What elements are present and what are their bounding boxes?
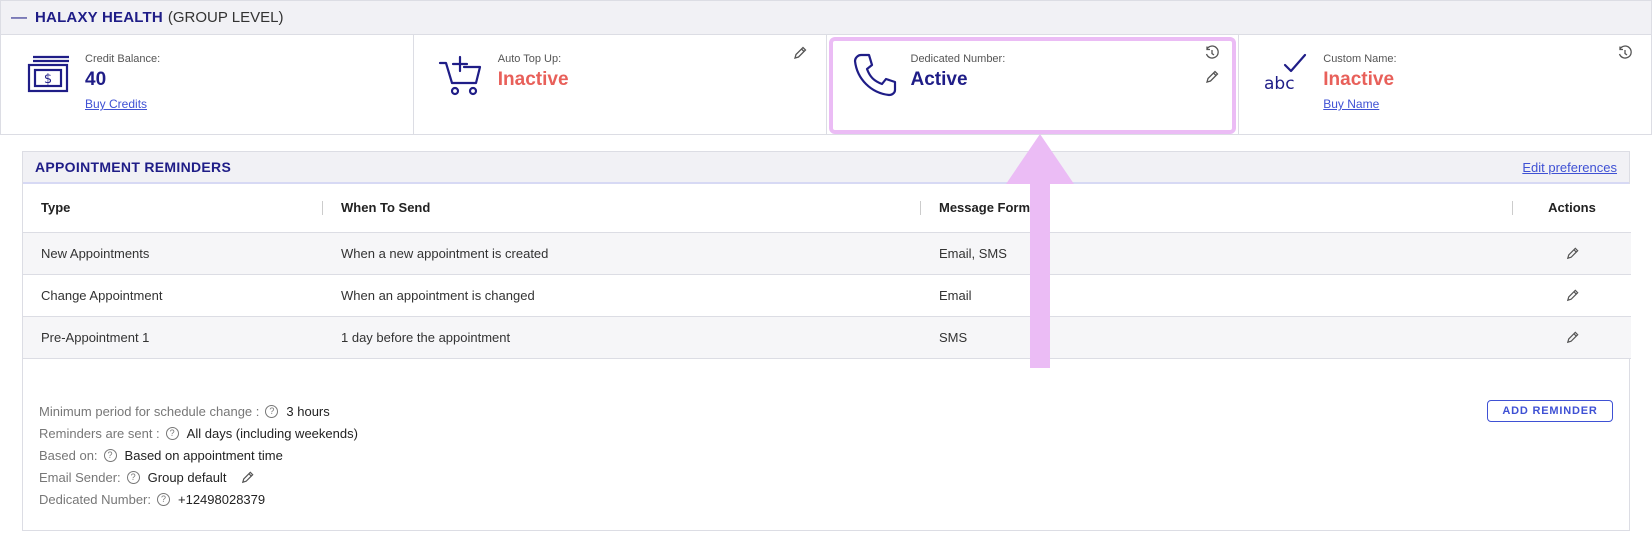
dedicated-number-status: Active bbox=[910, 69, 968, 90]
setting-value: +12498028379 bbox=[178, 491, 266, 507]
setting-label: Reminders are sent : bbox=[39, 425, 160, 441]
edit-pencil-icon[interactable] bbox=[1565, 288, 1580, 303]
custom-name-card: abc Custom Name: Inactive Buy Name bbox=[1239, 35, 1651, 134]
help-icon[interactable]: ? bbox=[103, 448, 117, 462]
cell-actions bbox=[1513, 232, 1631, 275]
buy-credits-link[interactable]: Buy Credits bbox=[85, 97, 147, 111]
cell-type: New Appointments bbox=[23, 232, 323, 275]
credit-balance-value: 40 bbox=[85, 69, 107, 90]
edit-pencil-icon[interactable] bbox=[792, 45, 808, 61]
edit-pencil-icon[interactable] bbox=[1565, 330, 1580, 345]
setting-label: Email Sender: bbox=[39, 469, 121, 485]
history-icon[interactable] bbox=[1617, 45, 1633, 61]
group-header[interactable]: — HALAXY HEALTH (GROUP LEVEL) bbox=[0, 0, 1652, 35]
setting-label: Based on: bbox=[39, 447, 98, 463]
column-header-type[interactable]: Type bbox=[23, 184, 323, 233]
dedicated-number-card: Dedicated Number: Active bbox=[827, 35, 1240, 134]
summary-cards: $ Credit Balance: 40 Buy Credits Auto To… bbox=[0, 35, 1652, 135]
collapse-icon[interactable]: — bbox=[11, 9, 27, 27]
cart-plus-icon bbox=[438, 55, 481, 96]
group-level-label: (GROUP LEVEL) bbox=[167, 9, 284, 26]
cell-when: When a new appointment is created bbox=[323, 232, 921, 275]
buy-name-link[interactable]: Buy Name bbox=[1323, 97, 1379, 111]
edit-pencil-icon[interactable] bbox=[1565, 246, 1580, 261]
reminder-settings: Minimum period for schedule change : ? 3… bbox=[39, 400, 358, 510]
auto-top-up-status: Inactive bbox=[497, 69, 569, 90]
edit-pencil-icon[interactable] bbox=[1204, 69, 1220, 85]
abc-check-icon: abc bbox=[1264, 53, 1307, 94]
help-icon[interactable]: ? bbox=[165, 426, 179, 440]
org-name: HALAXY HEALTH bbox=[35, 9, 163, 26]
dedicated-number-label: Dedicated Number: bbox=[910, 53, 1006, 65]
setting-label: Minimum period for schedule change : bbox=[39, 403, 260, 419]
cell-type: Change Appointment bbox=[23, 274, 323, 317]
table-row[interactable]: Change Appointment When an appointment i… bbox=[23, 274, 1631, 317]
reminders-table: Type When To Send Message Format Actions… bbox=[23, 184, 1631, 359]
cell-actions bbox=[1513, 274, 1631, 317]
custom-name-label: Custom Name: bbox=[1323, 53, 1397, 65]
help-icon[interactable]: ? bbox=[265, 404, 279, 418]
setting-label: Dedicated Number: bbox=[39, 491, 151, 507]
highlight-arrow-icon bbox=[1006, 134, 1074, 368]
edit-pencil-icon[interactable] bbox=[240, 470, 255, 485]
add-reminder-button[interactable]: ADD REMINDER bbox=[1487, 400, 1613, 422]
setting-value: 3 hours bbox=[286, 403, 330, 419]
cell-when: When an appointment is changed bbox=[323, 274, 921, 317]
setting-min-period: Minimum period for schedule change : ? 3… bbox=[39, 400, 358, 422]
svg-text:$: $ bbox=[44, 72, 52, 87]
dollar-bill-icon: $ bbox=[27, 55, 69, 93]
cell-actions bbox=[1513, 316, 1631, 359]
table-row[interactable]: Pre-Appointment 1 1 day before the appoi… bbox=[23, 316, 1631, 359]
help-icon[interactable]: ? bbox=[126, 470, 140, 484]
help-icon[interactable]: ? bbox=[157, 492, 170, 506]
setting-based-on: Based on: ? Based on appointment time bbox=[39, 444, 358, 466]
column-header-when-to-send[interactable]: When To Send bbox=[323, 184, 921, 233]
setting-value: Group default bbox=[147, 469, 227, 485]
setting-email-sender: Email Sender: ? Group default bbox=[39, 466, 358, 488]
history-icon[interactable] bbox=[1204, 45, 1220, 61]
setting-reminders-sent: Reminders are sent : ? All days (includi… bbox=[39, 422, 358, 444]
edit-preferences-link[interactable]: Edit preferences bbox=[1522, 160, 1617, 175]
panel-header: APPOINTMENT REMINDERS Edit preferences bbox=[23, 152, 1629, 184]
phone-icon bbox=[853, 53, 896, 97]
appointment-reminders-panel: APPOINTMENT REMINDERS Edit preferences T… bbox=[22, 151, 1631, 531]
table-header-row: Type When To Send Message Format Actions bbox=[23, 184, 1631, 233]
credit-balance-card: $ Credit Balance: 40 Buy Credits bbox=[1, 35, 414, 134]
setting-value: Based on appointment time bbox=[124, 447, 283, 463]
panel-title: APPOINTMENT REMINDERS bbox=[35, 159, 232, 175]
svg-text:abc: abc bbox=[1264, 74, 1295, 94]
auto-top-up-label: Auto Top Up: bbox=[497, 53, 562, 65]
credit-balance-label: Credit Balance: bbox=[85, 53, 161, 65]
cell-when: 1 day before the appointment bbox=[323, 316, 921, 359]
cell-type: Pre-Appointment 1 bbox=[23, 316, 323, 359]
table-row[interactable]: New Appointments When a new appointment … bbox=[23, 232, 1631, 275]
auto-top-up-card: Auto Top Up: Inactive bbox=[414, 35, 827, 134]
custom-name-status: Inactive bbox=[1323, 69, 1395, 90]
setting-dedicated-number: Dedicated Number: ? +12498028379 bbox=[39, 488, 358, 510]
column-header-actions: Actions bbox=[1513, 184, 1631, 233]
setting-value: All days (including weekends) bbox=[186, 425, 358, 441]
